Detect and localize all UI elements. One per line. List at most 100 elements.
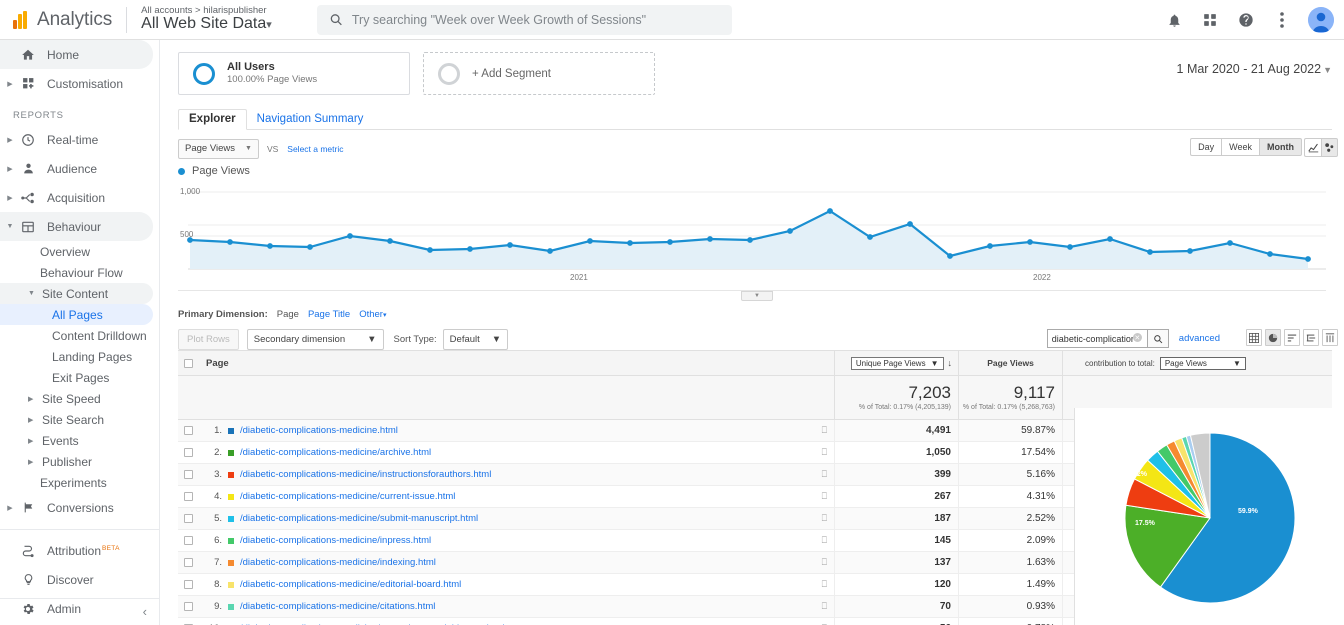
motion-chart-icon[interactable] xyxy=(1321,138,1338,157)
sidebar-item-publisher[interactable]: ▶ Publisher xyxy=(0,451,159,472)
open-external-icon[interactable]: ⎕ xyxy=(822,491,827,502)
sidebar-item-all-pages[interactable]: All Pages xyxy=(0,304,153,325)
sidebar-item-site-content[interactable]: ▼ Site Content xyxy=(0,283,153,304)
page-views-line-chart[interactable]: 1,000 500 2021 2022 xyxy=(178,180,1326,288)
row-page-link[interactable]: /diabetic-complications-medicine/instruc… xyxy=(240,469,491,480)
row-page-link[interactable]: /diabetic-complications-medicine.html xyxy=(240,425,398,436)
row-page-link[interactable]: /diabetic-complications-medicine/archive… xyxy=(240,447,431,458)
apps-grid-icon[interactable] xyxy=(1200,10,1220,30)
advanced-link[interactable]: advanced xyxy=(1179,333,1220,344)
select-a-metric-link[interactable]: Select a metric xyxy=(287,144,343,154)
row-page-link[interactable]: /diabetic-complications-medicine/submit-… xyxy=(240,513,478,524)
open-external-icon[interactable]: ⎕ xyxy=(822,425,827,436)
open-external-icon[interactable]: ⎕ xyxy=(822,535,827,546)
row-checkbox[interactable] xyxy=(178,514,199,523)
sidebar-item-discover[interactable]: Discover xyxy=(0,565,159,594)
chart-scrollbar[interactable]: ▼ xyxy=(178,290,1326,301)
column-header-page-views[interactable]: Page Views xyxy=(958,350,1062,376)
select-all-checkbox[interactable] xyxy=(178,358,199,368)
chevron-left-icon[interactable]: ‹ xyxy=(143,604,147,619)
granularity-day[interactable]: Day xyxy=(1190,138,1222,156)
table-row[interactable]: 6. /diabetic-complications-medicine/inpre… xyxy=(178,529,1332,552)
sidebar-item-customisation[interactable]: ▶ Customisation xyxy=(0,69,159,98)
granularity-month[interactable]: Month xyxy=(1259,138,1302,156)
table-search-input[interactable] xyxy=(1046,329,1147,348)
sidebar-item-overview[interactable]: Overview xyxy=(0,241,159,262)
sidebar-item-events[interactable]: ▶ Events xyxy=(0,430,159,451)
comparison-view-icon[interactable] xyxy=(1303,329,1319,346)
table-view-icon[interactable] xyxy=(1246,329,1262,346)
row-page-link[interactable]: /diabetic-complications-medicine/editori… xyxy=(240,579,461,590)
row-page-link[interactable]: /diabetic-complications-medicine/current… xyxy=(240,491,455,502)
sidebar-item-exit-pages[interactable]: Exit Pages xyxy=(0,367,159,388)
row-checkbox[interactable] xyxy=(178,470,199,479)
row-checkbox[interactable] xyxy=(178,558,199,567)
open-external-icon[interactable]: ⎕ xyxy=(822,601,827,612)
column-header-unique-page-views[interactable]: Unique Page Views ▼ ↓ xyxy=(834,350,958,376)
table-row[interactable]: 1. /diabetic-complications-medicine.html ⎕… xyxy=(178,419,1332,442)
plot-rows-button[interactable]: Plot Rows xyxy=(178,328,239,350)
contribution-metric-select[interactable]: Page Views ▼ xyxy=(1159,356,1246,370)
sidebar-item-realtime[interactable]: ▶ Real-time xyxy=(0,125,159,154)
sidebar-item-audience[interactable]: ▶ Audience xyxy=(0,154,159,183)
clear-circle-icon[interactable]: ✕ xyxy=(1132,333,1142,342)
global-search[interactable] xyxy=(316,4,732,35)
sidebar-item-behaviour-flow[interactable]: Behaviour Flow xyxy=(0,262,159,283)
dimension-option-other[interactable]: Other▾ xyxy=(359,309,386,320)
help-icon[interactable] xyxy=(1236,10,1256,30)
add-segment-button[interactable]: + Add Segment xyxy=(423,52,655,95)
secondary-dimension-select[interactable]: Secondary dimension ▼ xyxy=(246,328,384,350)
row-checkbox[interactable] xyxy=(178,448,199,457)
pie-view-icon[interactable] xyxy=(1265,329,1281,346)
sidebar-item-attribution[interactable]: AttributionBETA xyxy=(0,536,159,565)
sidebar-item-behaviour[interactable]: ▼ Behaviour xyxy=(0,212,153,241)
account-selector[interactable]: All accounts > hilarispublisher All Web … xyxy=(141,6,272,33)
sidebar-item-site-search[interactable]: ▶ Site Search xyxy=(0,409,159,430)
open-external-icon[interactable]: ⎕ xyxy=(822,579,827,590)
dimension-option-page[interactable]: Page xyxy=(277,309,299,320)
search-input[interactable] xyxy=(351,12,720,27)
sidebar-item-acquisition[interactable]: ▶ Acquisition xyxy=(0,183,159,212)
table-row[interactable]: 9. /diabetic-complications-medicine/citat… xyxy=(178,595,1332,618)
table-row[interactable]: 8. /diabetic-complications-medicine/edito… xyxy=(178,573,1332,596)
granularity-week[interactable]: Week xyxy=(1221,138,1259,156)
table-row[interactable]: 4. /diabetic-complications-medicine/curre… xyxy=(178,485,1332,508)
row-page-link[interactable]: /diabetic-complications-medicine/citatio… xyxy=(240,601,435,612)
column-header-page[interactable]: Page xyxy=(199,358,834,369)
table-row[interactable]: 5. /diabetic-complications-medicine/submi… xyxy=(178,507,1332,530)
sidebar-item-experiments[interactable]: Experiments xyxy=(0,472,159,493)
row-page-link[interactable]: /diabetic-complications-medicine/indexin… xyxy=(240,557,436,568)
pivot-view-icon[interactable] xyxy=(1322,329,1338,346)
row-checkbox[interactable] xyxy=(178,492,199,501)
row-page-link[interactable]: /diabetic-complications-medicine/inpress… xyxy=(240,535,431,546)
table-row[interactable]: 7. /diabetic-complications-medicine/index… xyxy=(178,551,1332,574)
row-checkbox[interactable] xyxy=(178,580,199,589)
tab-explorer[interactable]: Explorer xyxy=(178,109,247,130)
open-external-icon[interactable]: ⎕ xyxy=(822,469,827,480)
open-external-icon[interactable]: ⎕ xyxy=(822,557,827,568)
open-external-icon[interactable]: ⎕ xyxy=(822,447,827,458)
segment-all-users[interactable]: All Users 100.00% Page Views xyxy=(178,52,410,95)
row-checkbox[interactable] xyxy=(178,426,199,435)
date-range-selector[interactable]: 1 Mar 2020 - 21 Aug 2022 ▼ xyxy=(1177,62,1332,76)
avatar[interactable] xyxy=(1308,7,1334,33)
sort-type-select[interactable]: Default ▼ xyxy=(442,328,509,350)
dimension-option-page-title[interactable]: Page Title xyxy=(308,309,350,320)
table-row[interactable]: 10./diabetic-complications-medicine/upco… xyxy=(178,617,1332,625)
line-chart-icon[interactable] xyxy=(1304,138,1321,157)
chart-scrollbar-handle[interactable]: ▼ xyxy=(741,291,773,301)
table-row[interactable]: 3. /diabetic-complications-medicine/instr… xyxy=(178,463,1332,486)
table-search-button[interactable] xyxy=(1146,329,1169,348)
sidebar-item-conversions[interactable]: ▶ Conversions xyxy=(0,493,159,522)
row-checkbox[interactable] xyxy=(178,536,199,545)
metric-select[interactable]: Page Views ▼ xyxy=(178,138,259,159)
table-row[interactable]: 2. /diabetic-complications-medicine/archi… xyxy=(178,441,1332,464)
tab-navigation-summary[interactable]: Navigation Summary xyxy=(247,110,374,129)
performance-view-icon[interactable] xyxy=(1284,329,1300,346)
more-vert-icon[interactable] xyxy=(1272,10,1292,30)
row-checkbox[interactable] xyxy=(178,602,199,611)
sidebar-item-site-speed[interactable]: ▶ Site Speed xyxy=(0,388,159,409)
sidebar-item-landing-pages[interactable]: Landing Pages xyxy=(0,346,159,367)
sidebar-item-home[interactable]: Home xyxy=(0,40,153,69)
bell-icon[interactable] xyxy=(1164,10,1184,30)
